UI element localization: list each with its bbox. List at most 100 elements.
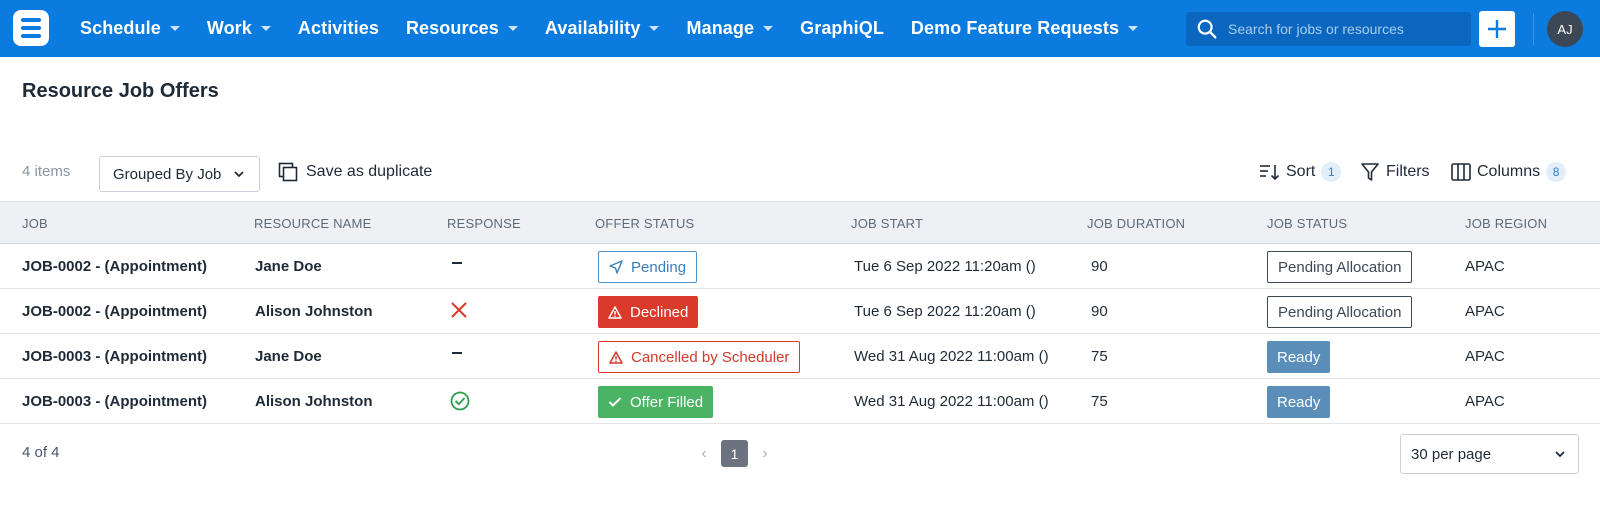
warning-icon [609, 350, 631, 364]
job-status-badge: Pending Allocation [1267, 296, 1413, 328]
chevron-down-icon [234, 171, 244, 178]
caret-down-icon [169, 26, 180, 31]
nav-item-label: Demo Feature Requests [910, 18, 1120, 38]
plus-icon [1488, 20, 1506, 38]
job-status-badge: Pending Allocation [1267, 251, 1413, 283]
filter-icon [1361, 163, 1379, 181]
columns-button[interactable]: Columns 8 [1451, 162, 1567, 182]
job-region-cell: APAC [1465, 303, 1505, 320]
offer-status-label: Offer Filled [630, 393, 704, 411]
app-logo-icon[interactable] [13, 10, 49, 46]
caret-down-icon [260, 26, 271, 31]
resource-name-cell[interactable]: Alison Johnston [255, 303, 373, 320]
job-cell[interactable]: JOB-0003 - (Appointment) [22, 393, 207, 410]
filters-label: Filters [1386, 163, 1430, 180]
save-as-duplicate-label: Save as duplicate [306, 163, 433, 180]
group-by-label: Grouped By Job [113, 165, 222, 183]
nav-item-resources[interactable]: Resources [406, 18, 518, 39]
per-page-select[interactable]: 30 per page [1400, 434, 1579, 474]
page-number-button[interactable]: 1 [721, 440, 748, 467]
table-row[interactable]: JOB-0003 - (Appointment) Jane Doe Cancelle… [0, 334, 1600, 379]
nav-item-label: Resources [405, 18, 499, 38]
column-header[interactable]: RESOURCE NAME [254, 216, 371, 231]
job-duration-cell: 90 [1091, 303, 1108, 320]
sort-count-badge: 1 [1321, 162, 1342, 182]
column-header[interactable]: JOB REGION [1465, 216, 1547, 231]
job-duration-cell: 75 [1091, 348, 1108, 365]
caret-down-icon [763, 26, 774, 31]
pagination-count: 4 of 4 [22, 444, 60, 461]
table-row[interactable]: JOB-0002 - (Appointment) Jane Doe Pending T… [0, 244, 1600, 289]
nav-item-label: Activities [297, 18, 379, 38]
warning-icon [608, 305, 630, 319]
offer-status-label: Pending [631, 258, 687, 276]
nav-item-graphiql[interactable]: GraphiQL [800, 18, 884, 39]
column-header[interactable]: OFFER STATUS [595, 216, 694, 231]
item-count: 4 items [22, 163, 71, 180]
chevron-down-icon [1555, 451, 1565, 458]
nav-item-demo-feature-requests[interactable]: Demo Feature Requests [910, 18, 1139, 39]
job-offers-table: JOB RESOURCE NAME RESPONSE OFFER STATUS JOB … [0, 201, 1600, 424]
caret-down-icon [1128, 26, 1139, 31]
job-start-cell: Wed 31 Aug 2022 11:00am () [854, 348, 1049, 365]
job-region-cell: APAC [1465, 258, 1505, 275]
job-start-cell: Tue 6 Sep 2022 11:20am () [854, 303, 1036, 320]
search-input[interactable] [1228, 21, 1468, 37]
table-row[interactable]: JOB-0002 - (Appointment) Alison Johnston D… [0, 289, 1600, 334]
chevron-right-icon[interactable]: › [758, 445, 772, 463]
nav-item-work[interactable]: Work [207, 18, 271, 39]
offer-status-badge: Declined [598, 296, 699, 328]
nav-item-label: Manage [686, 18, 755, 38]
save-as-duplicate-button[interactable]: Save as duplicate [278, 162, 432, 182]
offer-status-badge: Offer Filled [598, 386, 714, 418]
per-page-label: 30 per page [1411, 445, 1492, 463]
accepted-check-icon [450, 391, 470, 416]
add-button[interactable] [1479, 11, 1515, 47]
duplicate-icon [278, 162, 298, 182]
column-header[interactable]: JOB START [851, 216, 923, 231]
sort-button[interactable]: Sort 1 [1258, 162, 1342, 182]
columns-label: Columns [1477, 163, 1541, 180]
job-status-badge: Ready [1267, 386, 1331, 418]
top-navigation-bar: Schedule Work Activities Resources Availabil… [0, 0, 1600, 57]
declined-x-icon [450, 301, 468, 324]
sort-icon [1260, 165, 1280, 181]
column-header[interactable]: JOB [22, 216, 48, 231]
nav-item-label: Availability [544, 18, 641, 38]
resource-name-cell[interactable]: Alison Johnston [255, 393, 373, 410]
job-cell[interactable]: JOB-0003 - (Appointment) [22, 348, 207, 365]
column-header[interactable]: JOB DURATION [1087, 216, 1185, 231]
avatar[interactable]: AJ [1547, 11, 1583, 47]
check-icon [608, 396, 630, 408]
global-search [1186, 12, 1471, 46]
resource-name-cell[interactable]: Jane Doe [255, 258, 322, 275]
column-header[interactable]: RESPONSE [447, 216, 521, 231]
job-duration-cell: 75 [1091, 393, 1108, 410]
job-duration-cell: 90 [1091, 258, 1108, 275]
send-icon [609, 260, 631, 274]
resource-name-cell[interactable]: Jane Doe [255, 348, 322, 365]
pagination: ‹ 1 › [697, 440, 772, 467]
table-row[interactable]: JOB-0003 - (Appointment) Alison Johnston O… [0, 379, 1600, 424]
job-region-cell: APAC [1465, 393, 1505, 410]
column-header[interactable]: JOB STATUS [1267, 216, 1347, 231]
nav-divider [1533, 13, 1534, 45]
sort-label: Sort [1286, 163, 1316, 180]
job-region-cell: APAC [1465, 348, 1505, 365]
group-by-select[interactable]: Grouped By Job [99, 156, 260, 192]
no-response-icon [450, 256, 464, 275]
job-cell[interactable]: JOB-0002 - (Appointment) [22, 303, 207, 320]
job-start-cell: Wed 31 Aug 2022 11:00am () [854, 393, 1049, 410]
chevron-left-icon[interactable]: ‹ [697, 445, 711, 463]
caret-down-icon [649, 26, 660, 31]
nav-item-availability[interactable]: Availability [545, 18, 660, 39]
nav-item-activities[interactable]: Activities [298, 18, 379, 39]
job-cell[interactable]: JOB-0002 - (Appointment) [22, 258, 207, 275]
page-title: Resource Job Offers [22, 80, 219, 102]
filters-button[interactable]: Filters [1360, 162, 1430, 182]
table-body: JOB-0002 - (Appointment) Jane Doe Pending T… [0, 244, 1600, 424]
nav-item-manage[interactable]: Manage [686, 18, 774, 39]
nav-item-label: Schedule [80, 18, 161, 38]
nav-item-schedule[interactable]: Schedule [80, 18, 180, 39]
nav-item-label: GraphiQL [800, 18, 884, 38]
